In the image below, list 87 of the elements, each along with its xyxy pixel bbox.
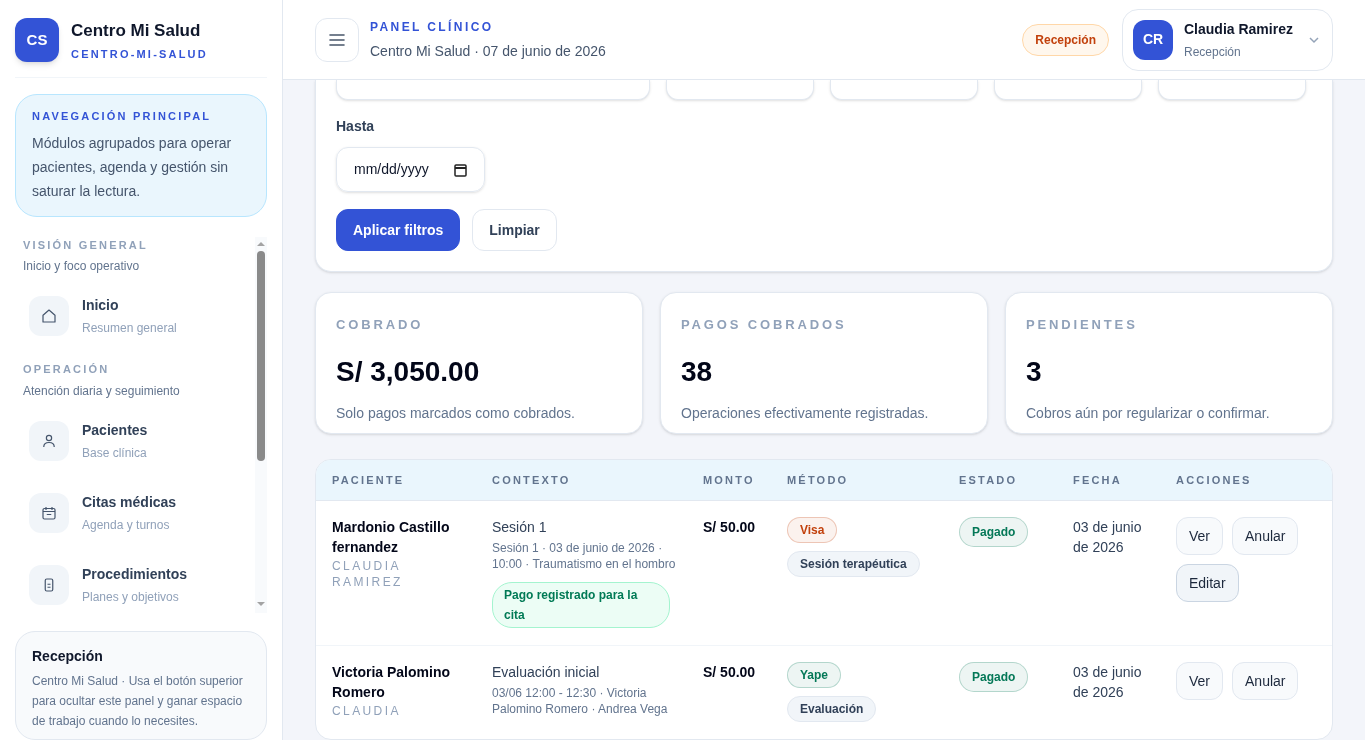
nav-item-subtitle: Planes y objetivos (82, 588, 180, 606)
action-button[interactable]: Ver (1176, 662, 1223, 700)
nav-group-subtitle: Inicio y foco operativo (23, 258, 141, 275)
column-header: MÉTODO (787, 472, 850, 488)
context-title: Evaluación inicial (492, 663, 601, 682)
column-header: PACIENTE (332, 472, 406, 488)
header-subtitle: Centro Mi Salud · 07 de junio de 2026 (370, 41, 606, 61)
header-eyebrow: PANEL CLÍNICO (370, 18, 495, 36)
user-avatar: CR (1133, 19, 1173, 60)
nav-item[interactable]: Procedimientos Planes y objetivos (23, 557, 247, 612)
column-header: MONTO (703, 472, 756, 488)
nav-group-subtitle: Atención diaria y seguimiento (23, 382, 181, 400)
stat-label: COBRADO (336, 316, 425, 334)
menu-icon (329, 33, 345, 46)
nav-group-title: OPERACIÓN (23, 362, 111, 377)
professional-name: CLAUDIA (332, 703, 402, 719)
nav-item-label: Citas médicas (82, 492, 177, 512)
brand-name: Centro Mi Salud (71, 20, 202, 42)
patient-name: Victoria Palomino Romero (332, 663, 451, 702)
stat-value: 3 (1026, 354, 1043, 389)
context-detail: Sesión 1 · 03 de junio de 2026 · 10:00 · Traumatismo en el hombro (492, 540, 677, 572)
nav-item-label: Pacientes (82, 420, 148, 440)
column-header: ACCIONES (1176, 472, 1253, 488)
field-label: Hasta (336, 117, 376, 136)
note-badge: Pago registrado para la cita (492, 582, 670, 628)
stat-label: PENDIENTES (1026, 316, 1139, 334)
nav-item-subtitle: Base clínica (82, 444, 148, 462)
date-cell-text: 03 de junio de 2026 (1073, 518, 1143, 557)
role-badge: Recepción (1022, 23, 1109, 56)
action-button[interactable]: Editar (1176, 564, 1239, 602)
status-badge: Pagado (959, 517, 1029, 547)
method-badge: Yape (787, 662, 842, 688)
scroll-down-icon[interactable] (256, 599, 266, 609)
column-header: FECHA (1073, 472, 1123, 488)
stat-value: S/ 3,050.00 (336, 354, 481, 389)
clear-button[interactable]: Limpiar (472, 209, 557, 251)
stat-label: PAGOS COBRADOS (681, 316, 848, 334)
intro-text: Módulos agrupados para operar pacientes, agenda y gestión sin saturar la lectura. (32, 133, 233, 201)
context-detail: 03/06 12:00 - 12:30 · Victoria Palomino Romero · Andrea Vega (492, 685, 669, 717)
patient-name: Mardonio Castillo fernandez (332, 518, 451, 557)
category-badge: Evaluación (787, 696, 877, 722)
filter-field[interactable] (994, 80, 1142, 100)
nav-item[interactable]: Citas médicas Agenda y turnos (23, 485, 247, 540)
intro-title: NAVEGACIÓN PRINCIPAL (32, 109, 213, 124)
date-field[interactable]: mm/dd/yyyy (336, 147, 485, 192)
action-button[interactable]: Anular (1232, 662, 1299, 700)
chevron-down-icon (1308, 35, 1320, 44)
brand-slug: CENTRO-MI-SALUD (71, 46, 208, 62)
date-cell-text: 03 de junio de 2026 (1073, 663, 1143, 702)
user-role: Recepción (1184, 43, 1242, 61)
date-placeholder: mm/dd/yyyy (354, 160, 429, 179)
user-menu[interactable]: CR Claudia Ramirez Recepción (1122, 8, 1333, 71)
column-header: ESTADO (959, 472, 1019, 488)
filter-field[interactable] (1158, 80, 1306, 100)
category-badge: Sesión terapéutica (787, 551, 920, 577)
menu-button[interactable] (315, 17, 359, 62)
stat-note: Solo pagos marcados como cobrados. (336, 403, 576, 423)
stat-note: Cobros aún por regularizar o confirmar. (1026, 403, 1271, 423)
nav-item-subtitle: Agenda y turnos (82, 516, 171, 534)
filter-field[interactable] (830, 80, 978, 100)
status-badge: Pagado (959, 662, 1029, 692)
professional-name: CLAUDIA RAMIREZ (332, 558, 404, 590)
amount-cell-text: S/ 50.00 (703, 518, 757, 537)
stat-value: 38 (681, 354, 714, 389)
action-button[interactable]: Ver (1176, 517, 1223, 555)
footer-text: Centro Mi Salud · Usa el botón superior para ocultar este panel y ganar espacio de trabajo cuando lo necesites. (32, 673, 244, 730)
house-icon (40, 307, 58, 325)
amount-cell-text: S/ 50.00 (703, 663, 757, 682)
filter-field[interactable] (666, 80, 814, 100)
nav-group-title: VISIÓN GENERAL (23, 237, 149, 253)
nav-item-label: Procedimientos (82, 564, 188, 584)
logo-badge: CS (15, 18, 59, 62)
action-button[interactable]: Anular (1232, 517, 1299, 555)
footer-title: Recepción (32, 647, 104, 666)
nav-item[interactable]: Inicio Resumen general (23, 289, 247, 343)
nav-item[interactable]: Pacientes Base clínica (23, 413, 247, 468)
scrollbar[interactable] (255, 236, 267, 613)
nav-item-subtitle: Resumen general (82, 320, 177, 337)
apply-button[interactable]: Aplicar filtros (336, 209, 461, 251)
stat-note: Operaciones efectivamente registradas. (681, 403, 930, 423)
user-name: Claudia Ramirez (1184, 19, 1294, 39)
context-title: Sesión 1 (492, 518, 548, 537)
method-badge: Visa (787, 517, 838, 543)
calendar-icon (454, 162, 467, 177)
column-header: CONTEXTO (492, 472, 572, 488)
nav-item-label: Inicio (82, 296, 120, 315)
filter-field[interactable] (336, 80, 650, 100)
